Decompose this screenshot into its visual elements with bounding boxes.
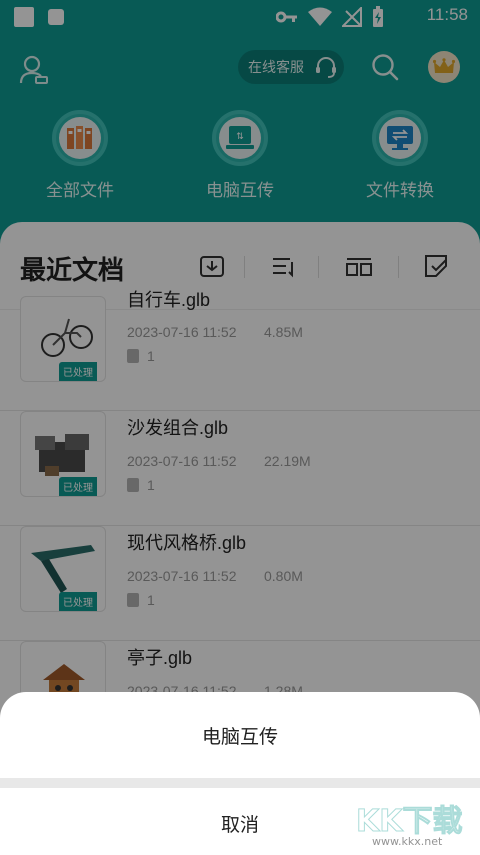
sheet-divider [0,778,480,788]
watermark-url: www.kkx.net [372,835,443,848]
svg-text:KK下载: KK下载 [356,804,463,839]
watermark-logo: KK下载 www.kkx.net [356,804,464,849]
sheet-option-pc-transfer[interactable]: 电脑互传 [0,722,480,749]
app-screen: 11:58 在线客服 全部文件 ⇅ 电脑互传 文件转换 最近文档 已处理 自行车… [0,0,480,855]
